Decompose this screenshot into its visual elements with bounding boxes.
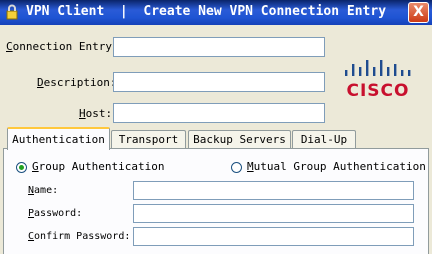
tab-backup-servers[interactable]: Backup Servers	[188, 130, 291, 149]
title-bar: VPN Client | Create New VPN Connection E…	[0, 0, 432, 25]
tab-transport[interactable]: Transport	[111, 130, 186, 149]
name-label: Name:	[28, 185, 59, 196]
connection-entry-input[interactable]	[114, 38, 324, 56]
tab-dial-up[interactable]: Dial-Up	[292, 130, 356, 149]
group-authentication-label[interactable]: Group Authentication	[32, 160, 164, 173]
tab-authentication[interactable]: Authentication	[7, 127, 110, 150]
cisco-logo-text: CISCO	[347, 81, 410, 101]
mutual-group-authentication-label[interactable]: Mutual Group Authentication	[247, 160, 426, 173]
group-authentication-radio[interactable]	[16, 162, 27, 173]
host-field[interactable]	[113, 103, 325, 123]
window-title: VPN Client | Create New VPN Connection E…	[26, 4, 387, 19]
host-label: Host:	[79, 107, 113, 120]
description-label: Description:	[37, 76, 117, 89]
mutual-group-authentication-radio[interactable]	[231, 162, 242, 173]
name-input[interactable]	[134, 182, 413, 199]
confirm-password-label: Confirm Password:	[28, 231, 131, 242]
password-field[interactable]	[133, 204, 414, 223]
password-label: Password:	[28, 208, 83, 219]
description-input[interactable]	[114, 73, 324, 91]
description-field[interactable]	[113, 72, 325, 92]
confirm-password-input[interactable]	[134, 228, 413, 245]
confirm-password-field[interactable]	[133, 227, 414, 246]
password-input[interactable]	[134, 205, 413, 222]
name-field[interactable]	[133, 181, 414, 200]
close-button[interactable]: X	[408, 2, 429, 23]
vpn-lock-icon	[6, 4, 18, 20]
cisco-logo: CISCO	[345, 60, 411, 101]
connection-entry-label: Connection Entry:	[6, 40, 119, 53]
host-input[interactable]	[114, 104, 324, 122]
connection-entry-field[interactable]	[113, 37, 325, 57]
radio-selected-dot	[19, 165, 24, 170]
